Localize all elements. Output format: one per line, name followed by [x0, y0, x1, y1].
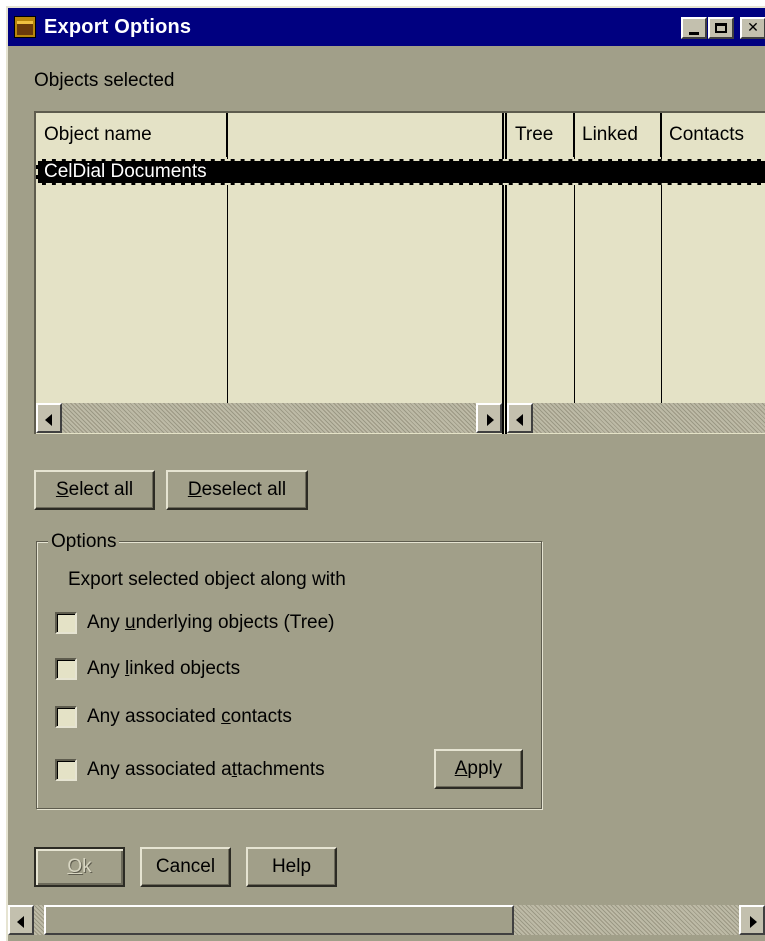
scroll-right-button[interactable]	[476, 403, 502, 433]
export-options-window: Export Options ✕ Objects selected Object…	[6, 6, 765, 941]
options-group-title: Options	[48, 531, 120, 553]
associated-attachments-checkbox[interactable]	[55, 759, 77, 781]
scroll-left-button[interactable]	[507, 403, 533, 433]
column-header-object-name[interactable]: Object name	[36, 113, 227, 157]
associated-contacts-option[interactable]: Any associated contacts	[55, 704, 292, 730]
ok-button[interactable]: Ok	[34, 847, 125, 887]
arrow-right-icon	[750, 916, 757, 928]
underlying-objects-option[interactable]: Any underlying objects (Tree)	[55, 610, 335, 636]
deselect-all-button[interactable]: Deselect all	[166, 470, 308, 510]
column-header-blank[interactable]	[227, 113, 502, 157]
maximize-icon	[715, 23, 727, 33]
column-header-contacts[interactable]: Contacts	[661, 113, 765, 157]
linked-objects-option[interactable]: Any linked objects	[55, 656, 240, 682]
right-pane-scrollbar[interactable]	[507, 403, 765, 433]
select-all-button[interactable]: Select all	[34, 470, 155, 510]
column-divider	[661, 113, 662, 403]
column-header-linked[interactable]: Linked	[574, 113, 661, 157]
folder-app-icon	[14, 16, 36, 38]
associated-attachments-option[interactable]: Any associated attachments	[55, 757, 325, 783]
scrollbar-thumb[interactable]	[44, 905, 514, 935]
minimize-icon	[689, 31, 699, 35]
cancel-button[interactable]: Cancel	[140, 847, 231, 887]
window-horizontal-scrollbar[interactable]	[8, 905, 765, 935]
objects-list[interactable]: Object name Tree Linked Contacts CelDial…	[34, 111, 765, 434]
object-name-cell: CelDial Documents	[44, 161, 207, 182]
underlying-objects-checkbox[interactable]	[55, 612, 77, 634]
help-button[interactable]: Help	[246, 847, 337, 887]
arrow-right-icon	[487, 414, 494, 426]
left-pane-scrollbar[interactable]	[36, 403, 502, 433]
column-header-tree[interactable]: Tree	[507, 113, 574, 157]
title-bar[interactable]: Export Options ✕	[8, 8, 765, 46]
window-title: Export Options	[44, 16, 192, 38]
close-icon: ✕	[747, 20, 759, 36]
scroll-left-button[interactable]	[8, 905, 34, 935]
options-subtitle: Export selected object along with	[68, 569, 346, 590]
maximize-button[interactable]	[708, 17, 734, 39]
apply-button[interactable]: Apply	[434, 749, 523, 789]
objects-selected-label: Objects selected	[34, 70, 175, 91]
arrow-left-icon	[17, 916, 24, 928]
scroll-right-button[interactable]	[739, 905, 765, 935]
associated-contacts-checkbox[interactable]	[55, 706, 77, 728]
column-divider	[227, 113, 228, 403]
table-row[interactable]: CelDial Documents	[36, 159, 765, 185]
column-divider	[574, 113, 575, 403]
arrow-left-icon	[45, 414, 52, 426]
scroll-left-button[interactable]	[36, 403, 62, 433]
close-button[interactable]: ✕	[740, 17, 765, 39]
arrow-left-icon	[516, 414, 523, 426]
linked-objects-checkbox[interactable]	[55, 658, 77, 680]
minimize-button[interactable]	[681, 17, 707, 39]
